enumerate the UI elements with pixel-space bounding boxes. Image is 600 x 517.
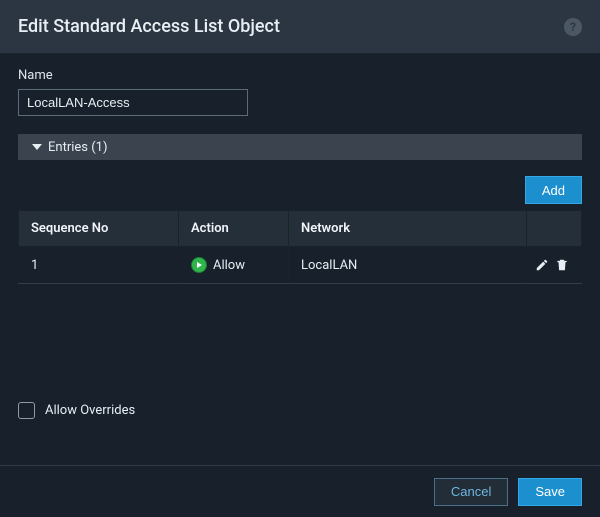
col-action: Action	[179, 211, 289, 247]
action-text: Allow	[213, 258, 245, 273]
allow-overrides-checkbox[interactable]	[18, 402, 35, 419]
help-icon[interactable]: ?	[564, 18, 582, 36]
entries-toggle[interactable]: Entries (1)	[18, 134, 582, 160]
table-row: 1 Allow LocalLAN	[19, 247, 582, 284]
edit-icon[interactable]	[535, 257, 549, 273]
col-ops	[527, 211, 582, 247]
col-sequence: Sequence No	[19, 211, 179, 247]
dialog-header: Edit Standard Access List Object ?	[0, 0, 600, 54]
col-network: Network	[289, 211, 527, 247]
cancel-button[interactable]: Cancel	[434, 478, 508, 506]
entries-toolbar: Add	[18, 176, 582, 204]
entries-section: Entries (1) Add Sequence No Action Netwo…	[18, 134, 582, 284]
add-button[interactable]: Add	[525, 176, 582, 204]
dialog-title: Edit Standard Access List Object	[18, 16, 564, 37]
save-button[interactable]: Save	[518, 478, 582, 506]
cell-action: Allow	[179, 247, 289, 284]
dialog-content: Name Entries (1) Add Sequence No Action …	[0, 54, 600, 419]
table-header-row: Sequence No Action Network	[19, 211, 582, 247]
delete-icon[interactable]	[555, 257, 569, 273]
cell-network: LocalLAN	[289, 247, 527, 284]
entries-header-label: Entries (1)	[48, 140, 108, 155]
allow-overrides-label: Allow Overrides	[45, 403, 135, 418]
cell-sequence: 1	[19, 247, 179, 284]
name-label: Name	[18, 68, 582, 83]
entries-table: Sequence No Action Network 1 Allow Local	[18, 210, 582, 284]
allow-arrow-icon	[191, 257, 207, 273]
name-input[interactable]	[18, 89, 248, 116]
chevron-down-icon	[32, 144, 42, 150]
cell-ops	[527, 247, 582, 284]
allow-overrides-row: Allow Overrides	[18, 402, 582, 419]
dialog-footer: Cancel Save	[0, 465, 600, 517]
